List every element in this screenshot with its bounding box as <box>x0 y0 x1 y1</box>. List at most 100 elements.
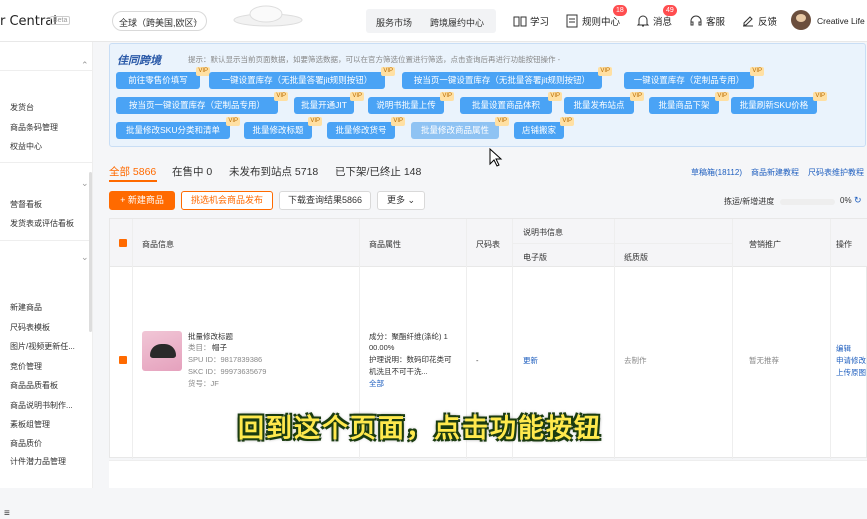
brand-name: r Central <box>0 14 57 29</box>
header-operations: 操作 <box>836 240 852 249</box>
nav-feedback[interactable]: 反馈 <box>741 14 777 28</box>
sidebar-divider <box>0 162 93 163</box>
progress-bar <box>780 199 835 205</box>
marketing-value: 暂无推荐 <box>749 356 779 365</box>
sidebar-item-rights[interactable]: 权益中心 <box>10 141 42 152</box>
header-size: 尺码表 <box>476 240 500 249</box>
username[interactable]: Creative Life <box>817 16 865 26</box>
btn-enable-jit[interactable]: 批量开通JIT VIP <box>294 92 364 114</box>
category-value: 帽子 <box>212 343 227 352</box>
select-all-checkbox[interactable] <box>119 239 127 247</box>
product-title[interactable]: 批量修改标题 <box>188 331 233 342</box>
top-nav-group: 服务市场 跨境履约中心 <box>366 9 496 33</box>
progress-label: 拣运/新增进度 <box>724 197 775 206</box>
sidebar-item-shipping-desk[interactable]: 发货台 <box>10 102 34 113</box>
btn-edit-sku-category[interactable]: 批量修改SKU分类和清单 VIP <box>116 117 240 139</box>
pick-opportunity-button[interactable]: 挑选机会商品发布 <box>181 191 273 210</box>
sidebar-item-price[interactable]: 商品质价 <box>10 438 42 449</box>
btn-store-move[interactable]: 店铺搬家 VIP <box>514 117 574 139</box>
sidebar-item-media-update[interactable]: 图片/视频更新任... <box>10 341 75 352</box>
sidebar-item-size-template[interactable]: 尺码表模板 <box>10 322 50 333</box>
row-checkbox[interactable] <box>119 356 127 364</box>
cloud-logo-icon <box>233 5 303 27</box>
header-marketing: 营销推广 <box>749 240 781 249</box>
active-tab-indicator <box>109 180 157 182</box>
nav-service-market[interactable]: 服务市场 <box>376 16 412 29</box>
nav-rules[interactable]: 规则中心 18 <box>565 5 627 28</box>
column-divider <box>732 219 733 459</box>
new-product-button[interactable]: + 新建商品 <box>109 191 175 210</box>
btn-edit-title[interactable]: 批量修改标题 VIP <box>244 117 322 139</box>
attr-show-all-link[interactable]: 全部 <box>369 378 384 389</box>
nav-messages[interactable]: 消息 49 <box>636 5 677 28</box>
btn-set-stock[interactable]: 一键设置库存（无批量答署jit规则按钮） VIP <box>209 67 395 89</box>
btn-edit-attributes[interactable]: 批量修改商品属性 VIP <box>411 117 509 139</box>
messages-badge: 49 <box>663 5 677 16</box>
collapse-menu-icon[interactable]: ≡ <box>4 508 10 519</box>
sidebar-item-bidding[interactable]: 竞价管理 <box>10 361 42 372</box>
refresh-icon[interactable]: ↻ <box>854 195 862 206</box>
sidebar-divider <box>0 240 93 241</box>
sidebar-item-potential[interactable]: 计件潜力品管理 <box>10 456 66 467</box>
btn-retail-price[interactable]: 前往零售价填写 VIP <box>116 67 210 89</box>
sidebar-item-quality[interactable]: 商品品质看板 <box>10 380 58 391</box>
edit-link[interactable]: 编辑 <box>836 343 851 354</box>
btn-delist[interactable]: 批量商品下架 VIP <box>649 92 729 114</box>
header-attributes: 商品属性 <box>369 240 401 249</box>
tab-on-sale[interactable]: 在售中 0 <box>172 164 212 179</box>
edit-icon <box>743 16 753 27</box>
avatar[interactable] <box>791 10 811 30</box>
chevron-down-icon[interactable]: ⌄ <box>81 178 89 189</box>
btn-page-set-stock-custom[interactable]: 按当页一键设置库存（定制品专用） VIP <box>116 92 288 114</box>
table-header: 商品信息 商品属性 尺码表 说明书信息 电子版 纸质版 营销推广 操作 <box>110 219 867 267</box>
tab-unpublished[interactable]: 未发布到站点 5718 <box>229 164 318 179</box>
request-edit-link[interactable]: 申请修改 <box>836 355 866 366</box>
btn-refresh-sku-price[interactable]: 批量刷新SKU价格 VIP <box>731 92 827 114</box>
product-image[interactable] <box>142 331 182 371</box>
category-label: 类目： <box>188 343 211 352</box>
upload-image-link[interactable]: 上传原图 <box>836 367 866 378</box>
link-drafts[interactable]: 草稿箱(18112) <box>691 167 742 178</box>
link-size-guide[interactable]: 尺码表维护教程 <box>808 167 864 178</box>
top-bar: r Central Beta 全球（跨美国,欧区） ⌄ 服务市场 跨境履约中心 … <box>0 0 867 42</box>
sidebar-item-template-group[interactable]: 素板组管理 <box>10 419 50 430</box>
header-manual: 说明书信息 <box>523 228 563 237</box>
sku-number: 货号：JF <box>188 379 219 388</box>
download-results-button[interactable]: 下载查询结果5866 <box>279 191 371 210</box>
btn-set-stock-custom[interactable]: 一键设置库存（定制品专用） VIP <box>624 67 764 89</box>
nav-learn-label: 学习 <box>530 17 550 28</box>
btn-page-set-stock[interactable]: 按当页一键设置库存（无批量答署jit规则按钮） VIP <box>402 67 612 89</box>
tab-delisted[interactable]: 已下架/已终止 148 <box>335 164 421 179</box>
btn-publish-site[interactable]: 批量发布站点 VIP <box>564 92 644 114</box>
btn-set-volume[interactable]: 批量设置商品体积 VIP <box>460 92 562 114</box>
chevron-down-icon[interactable]: ⌄ <box>81 252 89 263</box>
sidebar-scrollbar[interactable] <box>89 172 92 332</box>
sidebar-item-new-product[interactable]: 新建商品 <box>10 302 42 313</box>
mouse-cursor-icon <box>489 148 503 167</box>
plugin-tip: 提示：默认显示当前页面数据，如要筛选数据，可以在官方筛选位置进行筛选，点击查询后… <box>188 55 561 64</box>
nav-learn[interactable]: 学习 <box>513 14 549 28</box>
rules-icon <box>566 14 578 28</box>
btn-edit-sku-no[interactable]: 批量修改货号 VIP <box>327 117 405 139</box>
headset-icon <box>690 15 702 26</box>
nav-service[interactable]: 客服 <box>689 14 725 28</box>
sidebar-item-barcode[interactable]: 商品条码管理 <box>10 122 58 133</box>
chevron-down-icon: ⌄ <box>191 15 199 25</box>
attr-line: 护理说明：数码印花类可 <box>369 355 452 364</box>
sidebar: ⌃ 发货台 商品条码管理 权益中心 ⌄ 营督看板 发货表或评估看板 ⌄ 新建商品… <box>0 42 93 519</box>
site-selector[interactable]: 全球（跨美国,欧区） ⌄ <box>112 11 207 31</box>
sidebar-item-manual[interactable]: 商品说明书制作... <box>10 400 73 411</box>
manual-make-link[interactable]: 去制作 <box>624 355 647 366</box>
header-manual-electronic: 电子版 <box>523 253 547 262</box>
tab-all[interactable]: 全部 5866 <box>109 164 156 179</box>
nav-fulfillment-center[interactable]: 跨境履约中心 <box>430 16 484 29</box>
link-new-product-guide[interactable]: 商品新建教程 <box>751 167 799 178</box>
manual-update-link[interactable]: 更新 <box>523 355 538 366</box>
sidebar-item-shipping-dashboard[interactable]: 发货表或评估看板 <box>10 218 74 229</box>
attr-line: 00.00% <box>369 343 395 352</box>
more-button[interactable]: 更多 ⌄ <box>377 191 425 210</box>
skc-id: SKC ID：99973635679 <box>188 367 267 376</box>
btn-upload-manual[interactable]: 说明书批量上传 VIP <box>368 92 454 114</box>
sidebar-item-dashboard[interactable]: 营督看板 <box>10 199 42 210</box>
sidebar-divider <box>0 70 93 71</box>
